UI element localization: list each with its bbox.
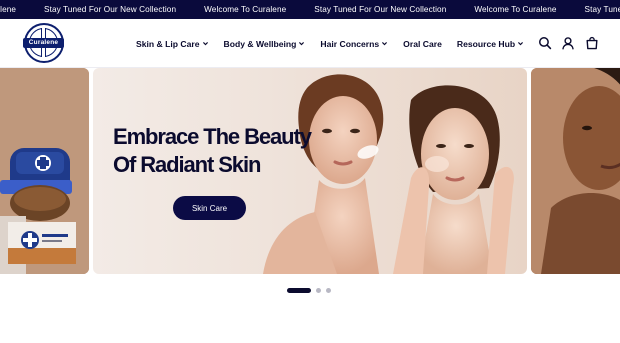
chevron-down-icon — [202, 42, 208, 46]
nav-item-skin-lip-care[interactable]: Skin & Lip Care — [136, 39, 209, 49]
announcement-text: Welcome To Curalene — [204, 5, 287, 14]
account-icon[interactable] — [561, 36, 575, 50]
nav-item-resource-hub[interactable]: Resource Hub — [457, 39, 524, 49]
slider-pagination — [287, 288, 336, 293]
slider-dot-3[interactable] — [326, 288, 331, 293]
nav-item-label: Hair Concerns — [320, 38, 380, 49]
slide-next[interactable] — [531, 68, 620, 274]
announcement-text: Welcome To Curalene — [474, 5, 557, 14]
chevron-down-icon — [382, 42, 388, 46]
nav-item-hair-concerns[interactable]: Hair Concerns — [320, 39, 388, 49]
chevron-down-icon — [299, 42, 305, 46]
logo-wordmark: Curalene — [28, 39, 59, 46]
announcement-bar: Curalene Stay Tuned For Our New Collecti… — [0, 0, 620, 19]
nav-item-label: Oral Care — [403, 38, 442, 49]
announcement-text: Curalene — [0, 5, 17, 14]
site-header: Curalene Skin & Lip Care Body & Wellbein… — [0, 19, 620, 68]
cart-icon[interactable] — [585, 36, 599, 50]
nav-item-label: Skin & Lip Care — [136, 38, 200, 49]
nav-item-label: Resource Hub — [456, 38, 516, 49]
hero-title: Embrace The Beauty Of Radiant Skin — [113, 124, 312, 177]
search-icon[interactable] — [538, 36, 552, 50]
nav-item-body-wellbeing[interactable]: Body & Wellbeing — [224, 39, 306, 49]
nav-item-oral-care[interactable]: Oral Care — [403, 39, 442, 49]
chevron-down-icon — [518, 42, 524, 46]
brand-logo[interactable]: Curalene — [23, 23, 64, 63]
slider-dot-1[interactable] — [287, 288, 311, 293]
slide-previous[interactable] — [0, 68, 89, 274]
announcement-marquee: Curalene Stay Tuned For Our New Collecti… — [0, 0, 620, 19]
announcement-text: Stay Tuned For Our New Collection — [314, 5, 447, 14]
model-photo — [531, 68, 620, 274]
announcement-text: Stay Tuned — [584, 5, 620, 14]
skin-care-button[interactable]: Skin Care — [173, 196, 246, 220]
slider-dot-2[interactable] — [316, 288, 321, 293]
product-photo — [0, 68, 89, 274]
announcement-text: Stay Tuned For Our New Collection — [44, 5, 177, 14]
main-nav: Skin & Lip Care Body & Wellbeing Hair Co… — [136, 19, 539, 68]
nav-item-label: Body & Wellbeing — [223, 38, 297, 49]
